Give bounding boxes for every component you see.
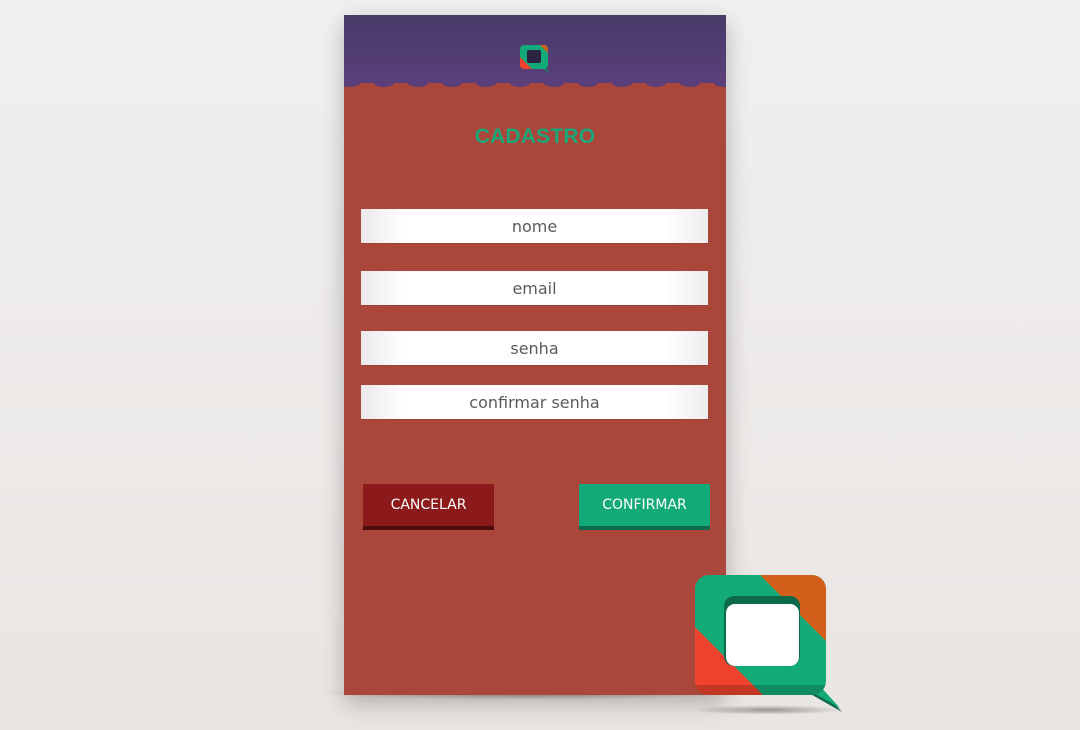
- confirm-button[interactable]: CONFIRMAR: [579, 484, 710, 530]
- confirm-password-field: [361, 384, 708, 420]
- cancel-button[interactable]: CANCELAR: [363, 484, 494, 530]
- phone-screen: CADASTRO CANCELAR CONFIRMAR: [344, 15, 726, 695]
- page-title: CADASTRO: [474, 125, 596, 148]
- password-field: [361, 330, 708, 366]
- email-input[interactable]: [361, 270, 708, 306]
- name-field: [361, 208, 708, 244]
- email-field: [361, 270, 708, 306]
- brand-logo-icon: [692, 575, 844, 714]
- password-input[interactable]: [361, 330, 708, 366]
- confirm-button-label: CONFIRMAR: [602, 497, 687, 513]
- name-input[interactable]: [361, 208, 708, 244]
- chat-bubble-logo-icon: [520, 45, 551, 74]
- confirm-password-input[interactable]: [361, 384, 708, 420]
- header-scallop-edge: [344, 75, 726, 87]
- cancel-button-label: CANCELAR: [390, 497, 467, 513]
